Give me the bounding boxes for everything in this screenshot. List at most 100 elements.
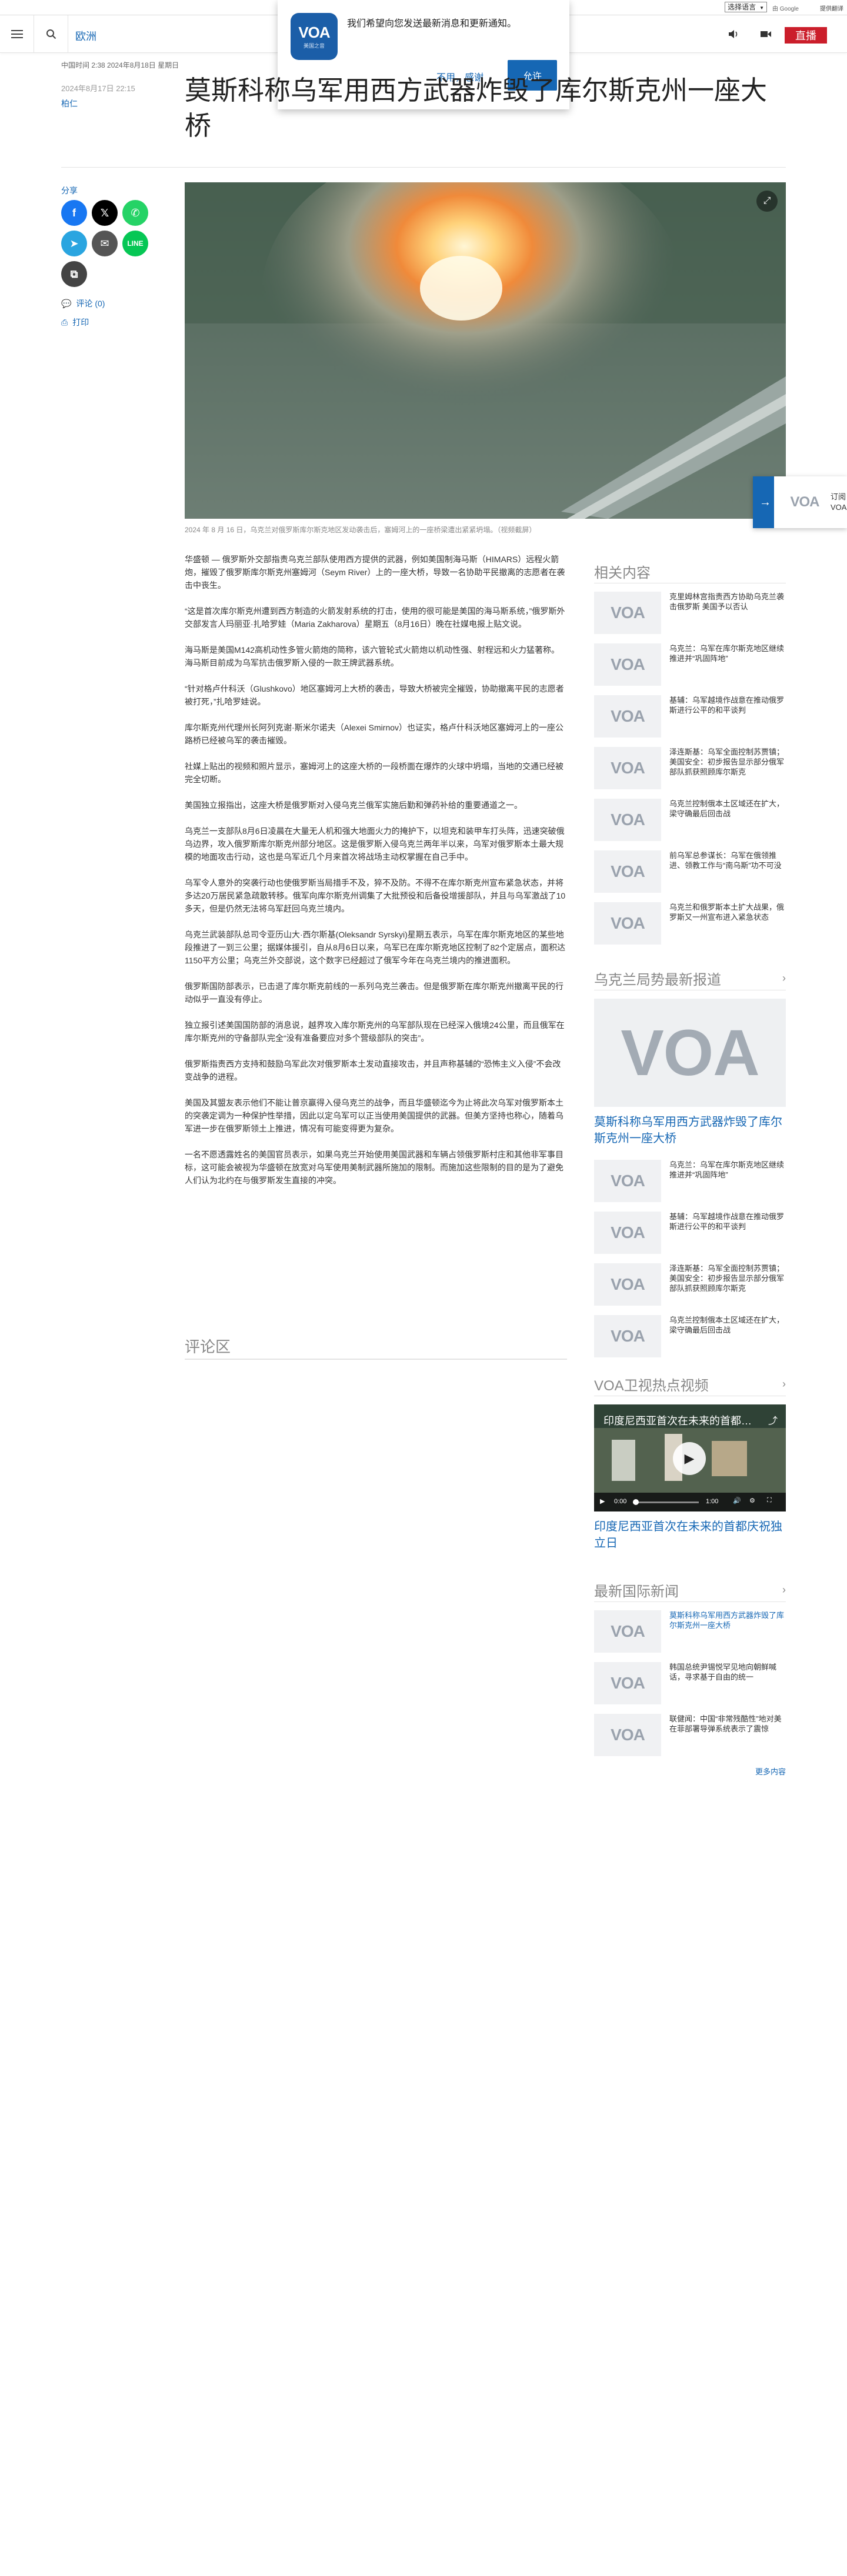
list-item[interactable]: VOA 韩国总统尹锡悦罕见地向朝鲜喊话，寻求基于自由的统一 [594, 1662, 786, 1704]
article-paragraph: 美国独立报指出，这座大桥是俄罗斯对入侵乌克兰俄军实施后勤和弹药补给的重要通道之一… [185, 800, 522, 810]
article-paragraph: 社媒上贴出的视频和照片显示，塞姆河上的这座大桥的一段桥面在爆炸的火球中坍塌，当地… [185, 762, 563, 784]
intl-heading[interactable]: 最新国际新闻 › [594, 1579, 786, 1602]
language-select-label: 选择语言 [728, 3, 756, 11]
publish-date: 2024年8月17日 22:15 [61, 84, 135, 93]
list-item[interactable]: VOA 乌克兰和俄罗斯本土扩大战果，俄罗斯又一州宣布进入紧急状态 [594, 902, 786, 945]
voa-logo: VOA [611, 655, 645, 673]
voa-logo: VOA [611, 862, 645, 880]
duration: 1:00 [706, 1498, 719, 1505]
volume-icon[interactable]: 🔊 [733, 1497, 741, 1504]
voa-logo: VOA [611, 1172, 645, 1190]
search-button[interactable] [34, 15, 68, 53]
article-paragraph: 美国及其盟友表示他们不能让普京赢得入侵乌克兰的战争，而且华盛顿迄今为止将此次乌军… [185, 1098, 563, 1133]
whatsapp-icon: ✆ [131, 206, 140, 219]
copy-link-button[interactable]: ⧉ [61, 261, 87, 287]
article-paragraph: 乌克兰一支部队8月6日凌晨在大量无人机和强大地面火力的掩护下，以坦克和装甲车打头… [185, 826, 565, 862]
list-item[interactable]: VOA 克里姆林宫指责西方协助乌克兰袭击俄罗斯 美国予以否认 [594, 592, 786, 634]
related-content: 相关内容 VOA 克里姆林宫指责西方协助乌克兰袭击俄罗斯 美国予以否认 VOA 乌克兰… [594, 560, 786, 954]
list-item-title: 乌克兰：乌军在库尔斯克地区继续推进并“巩固阵地” [669, 644, 785, 663]
list-item-title: 莫斯科称乌军用西方武器炸毁了库尔斯克州一座大桥 [669, 1611, 785, 1630]
thumbnail: VOA [594, 850, 661, 893]
feature-thumbnail[interactable]: VOA [594, 999, 786, 1107]
list-item-title: 基辅：乌军越境作战意在推动俄罗斯进行公平的和平谈判 [669, 1212, 785, 1231]
lead-image: ⤢ [185, 182, 786, 519]
subscribe-side-tab[interactable]: → VOA 订阅 VOA [753, 476, 847, 528]
list-item[interactable]: VOA 泽连斯基：乌军全面控制苏贾镇；美国安全：初步报告显示部分俄军部队抓获照顾库… [594, 1263, 786, 1306]
x-share-button[interactable]: 𝕏 [92, 200, 118, 226]
play-button[interactable]: ▶ [673, 1442, 706, 1475]
audio-icon[interactable] [728, 28, 740, 40]
article-paragraph: 库尔斯克州代理州长阿列克谢·斯米尔诺夫（Alexei Smirnov）也证实，格… [185, 723, 564, 745]
video-section: VOA卫视热点视频› 印度尼西亚首次在未来的首都庆祝独立日 ⤴ ▶ ▶ 0:00… [594, 1373, 786, 1575]
list-item[interactable]: VOA 乌克兰：乌军在库尔斯克地区继续推进并“巩固阵地” [594, 643, 786, 686]
image-caption: 2024 年 8 月 16 日，乌克兰对俄罗斯库尔斯克地区发动袭击后，塞姆河上的… [185, 526, 536, 534]
video-caption-link[interactable]: 印度尼西亚首次在未来的首都庆祝独立日 [594, 1519, 786, 1551]
article-paragraph: 乌克兰武装部队总司令亚历山大·西尔斯基(Oleksandr Syrskyi)星期… [185, 930, 566, 965]
facebook-share-button[interactable]: f [61, 200, 87, 226]
section-link[interactable]: 欧洲 [75, 28, 96, 44]
telegram-share-button[interactable]: ➤ [61, 231, 87, 256]
list-item-title: 前乌军总参谋长：乌军在俄领推进、领教工作与“南乌斯”功不可没 [669, 851, 782, 870]
thumbnail: VOA [594, 1160, 661, 1202]
list-item-title: 克里姆林宫指责西方协助乌克兰袭击俄罗斯 美国予以否认 [669, 592, 785, 611]
list-item[interactable]: VOA 泽连斯基：乌军全面控制苏贾镇；美国安全：初步报告显示部分俄军部队抓获照顾库… [594, 747, 786, 789]
language-select[interactable]: 选择语言 ▼ [725, 2, 767, 12]
list-item[interactable]: VOA 乌克兰控制俄本土区域还在扩大，梁守确最后回击战 [594, 799, 786, 841]
current-time: 0:00 [614, 1498, 627, 1505]
explosion-photo [185, 182, 786, 519]
video-player[interactable]: 印度尼西亚首次在未来的首都庆祝独立日 ⤴ ▶ ▶ 0:00 1:00 🔊 ⚙ ⛶ [594, 1404, 786, 1511]
live-button[interactable]: 直播 [785, 27, 827, 44]
article-paragraph: 乌军令人意外的突袭行动也使俄罗斯当局措手不及，猝不及防。不得不在库尔斯克州宣布紧… [185, 878, 566, 913]
list-item[interactable]: VOA 联健闻：中国“非常残酷性”地对美在菲部署导弹系统表示了震惊 [594, 1714, 786, 1756]
share-icon[interactable]: ⤴ [768, 1413, 778, 1427]
hamburger-icon [11, 30, 23, 38]
expand-icon[interactable]: ⤢ [756, 191, 778, 212]
chevron-down-icon: ▼ [759, 5, 764, 11]
line-icon: LINE [127, 239, 144, 248]
menu-button[interactable] [0, 15, 34, 53]
progress-bar[interactable] [633, 1499, 699, 1505]
whatsapp-share-button[interactable]: ✆ [122, 200, 148, 226]
dateline: 中国时间 2:38 2024年8月18日 星期日 [61, 61, 179, 69]
list-item-title: 基辅：乌军越境作战意在推动俄罗斯进行公平的和平谈判 [669, 696, 785, 715]
list-item[interactable]: VOA 乌克兰控制俄本土区域还在扩大，梁守确最后回击战 [594, 1315, 786, 1357]
print-link[interactable]: ⎙ 打印 [61, 316, 89, 328]
voa-logo: VOA [611, 707, 645, 725]
thumbnail: VOA [594, 747, 661, 789]
voa-logo: VOA [611, 1674, 645, 1692]
voa-logo: VOA [611, 810, 645, 829]
comments-link[interactable]: 💬 评论 (0) [61, 298, 105, 309]
arrow-right-icon: → [756, 476, 774, 528]
list-item[interactable]: VOA 前乌军总参谋长：乌军在俄领推进、领教工作与“南乌斯”功不可没 [594, 850, 786, 893]
list-item[interactable]: VOA 乌克兰：乌军在库尔斯克地区继续推进并“巩固阵地” [594, 1160, 786, 1202]
gear-icon[interactable]: ⚙ [749, 1497, 755, 1504]
video-overlay-title: 印度尼西亚首次在未来的首都庆祝独立日 [603, 1415, 756, 1427]
play-icon[interactable]: ▶ [600, 1497, 605, 1505]
page-title: 莫斯科称乌军用西方武器炸毁了库尔斯克州一座大桥 [185, 75, 768, 141]
list-item[interactable]: VOA 莫斯科称乌军用西方武器炸毁了库尔斯克州一座大桥 [594, 1610, 786, 1653]
chevron-right-icon: › [782, 972, 786, 984]
list-item-title: 韩国总统尹锡悦罕见地向朝鲜喊话，寻求基于自由的统一 [669, 1663, 777, 1681]
related-heading: 相关内容 [594, 560, 786, 583]
email-share-button[interactable]: ✉ [92, 231, 118, 256]
video-camera-icon[interactable] [760, 28, 772, 40]
international-news: 最新国际新闻 › VOA 莫斯科称乌军用西方武器炸毁了库尔斯克州一座大桥 VOA 韩国总… [594, 1579, 786, 1777]
ukraine-heading[interactable]: 乌克兰局势最新报道 › [594, 967, 786, 990]
fullscreen-icon[interactable]: ⛶ [767, 1497, 772, 1504]
article-paragraph: 一名不愿透露姓名的美国官员表示，如果乌克兰开始使用美国武器和车辆占领俄罗斯村庄和… [185, 1150, 563, 1185]
feature-link[interactable]: 莫斯科称乌军用西方武器炸毁了库尔斯克州一座大桥 [594, 1114, 786, 1147]
article-paragraph: 俄罗斯国防部表示，已击退了库尔斯克前线的一系列乌克兰袭击。但是俄罗斯在库尔斯克州… [185, 982, 563, 1004]
article-paragraph: 独立报引述美国国防部的消息说，越界攻入库尔斯克州的乌军部队现在已经深入俄境24公… [185, 1020, 565, 1043]
author-link[interactable]: 柏仁 [61, 98, 78, 109]
list-item[interactable]: VOA 基辅：乌军越境作战意在推动俄罗斯进行公平的和平谈判 [594, 1212, 786, 1254]
thumbnail: VOA [594, 902, 661, 945]
line-share-button[interactable]: LINE [122, 231, 148, 256]
x-icon: 𝕏 [100, 206, 109, 219]
video-heading[interactable]: VOA卫视热点视频 › [594, 1373, 786, 1396]
share-label: 分享 [61, 186, 78, 195]
more-link[interactable]: 更多内容 [594, 1766, 786, 1777]
list-item[interactable]: VOA 基辅：乌军越境作战意在推动俄罗斯进行公平的和平谈判 [594, 695, 786, 738]
list-item-title: 泽连斯基：乌军全面控制苏贾镇；美国安全：初步报告显示部分俄军部队抓获照顾库尔斯克 [669, 1264, 785, 1293]
voa-logo: VOA [782, 492, 827, 513]
google-translate-link[interactable]: 提供翻译 [820, 4, 843, 12]
